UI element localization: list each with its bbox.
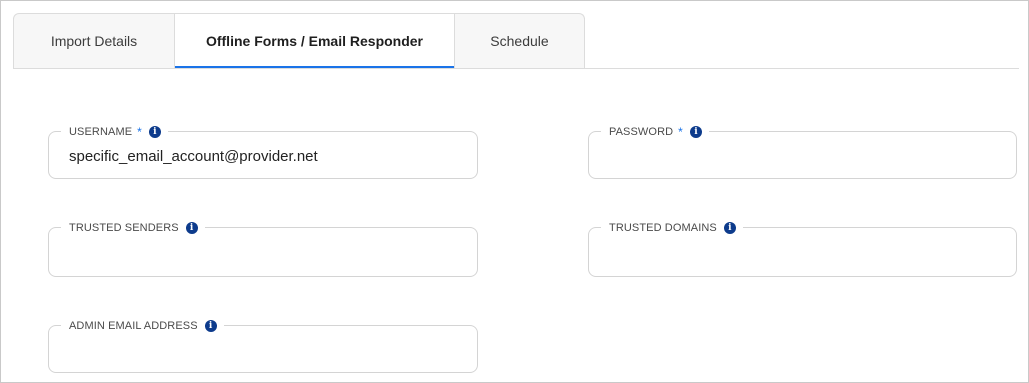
trusted-senders-field: TRUSTED SENDERS i — [48, 220, 478, 277]
form-panel: Import Details Offline Forms / Email Res… — [0, 0, 1029, 383]
info-icon[interactable]: i — [723, 222, 736, 234]
required-marker: * — [678, 125, 683, 139]
info-icon[interactable]: i — [185, 222, 198, 234]
password-field: PASSWORD * i — [588, 124, 1017, 179]
required-marker: * — [137, 125, 142, 139]
trusted-senders-label-text: TRUSTED SENDERS — [69, 222, 179, 234]
trusted-senders-label: TRUSTED SENDERS i — [61, 220, 205, 236]
password-label-text: PASSWORD — [609, 126, 674, 138]
password-input[interactable] — [609, 146, 996, 166]
info-icon[interactable]: i — [204, 320, 217, 332]
info-icon[interactable]: i — [689, 126, 702, 138]
username-field: USERNAME * i — [48, 124, 478, 179]
password-label: PASSWORD * i — [601, 124, 709, 140]
trusted-domains-label-text: TRUSTED DOMAINS — [609, 222, 717, 234]
admin-email-label-text: ADMIN EMAIL ADDRESS — [69, 320, 198, 332]
tab-schedule[interactable]: Schedule — [455, 13, 585, 68]
info-icon[interactable]: i — [148, 126, 161, 138]
tab-offline-forms-email-responder[interactable]: Offline Forms / Email Responder — [175, 13, 455, 69]
admin-email-label: ADMIN EMAIL ADDRESS i — [61, 318, 224, 334]
username-label: USERNAME * i — [61, 124, 168, 140]
tab-bar: Import Details Offline Forms / Email Res… — [13, 13, 585, 69]
trusted-domains-field: TRUSTED DOMAINS i — [588, 220, 1017, 277]
admin-email-field: ADMIN EMAIL ADDRESS i — [48, 318, 478, 373]
trusted-domains-input[interactable] — [609, 242, 996, 262]
trusted-domains-label: TRUSTED DOMAINS i — [601, 220, 743, 236]
tab-import-details[interactable]: Import Details — [13, 13, 175, 68]
username-input[interactable] — [69, 146, 457, 166]
username-label-text: USERNAME — [69, 126, 133, 138]
tab-bar-divider — [13, 68, 1019, 69]
trusted-senders-input[interactable] — [69, 242, 457, 262]
admin-email-input[interactable] — [69, 340, 457, 360]
